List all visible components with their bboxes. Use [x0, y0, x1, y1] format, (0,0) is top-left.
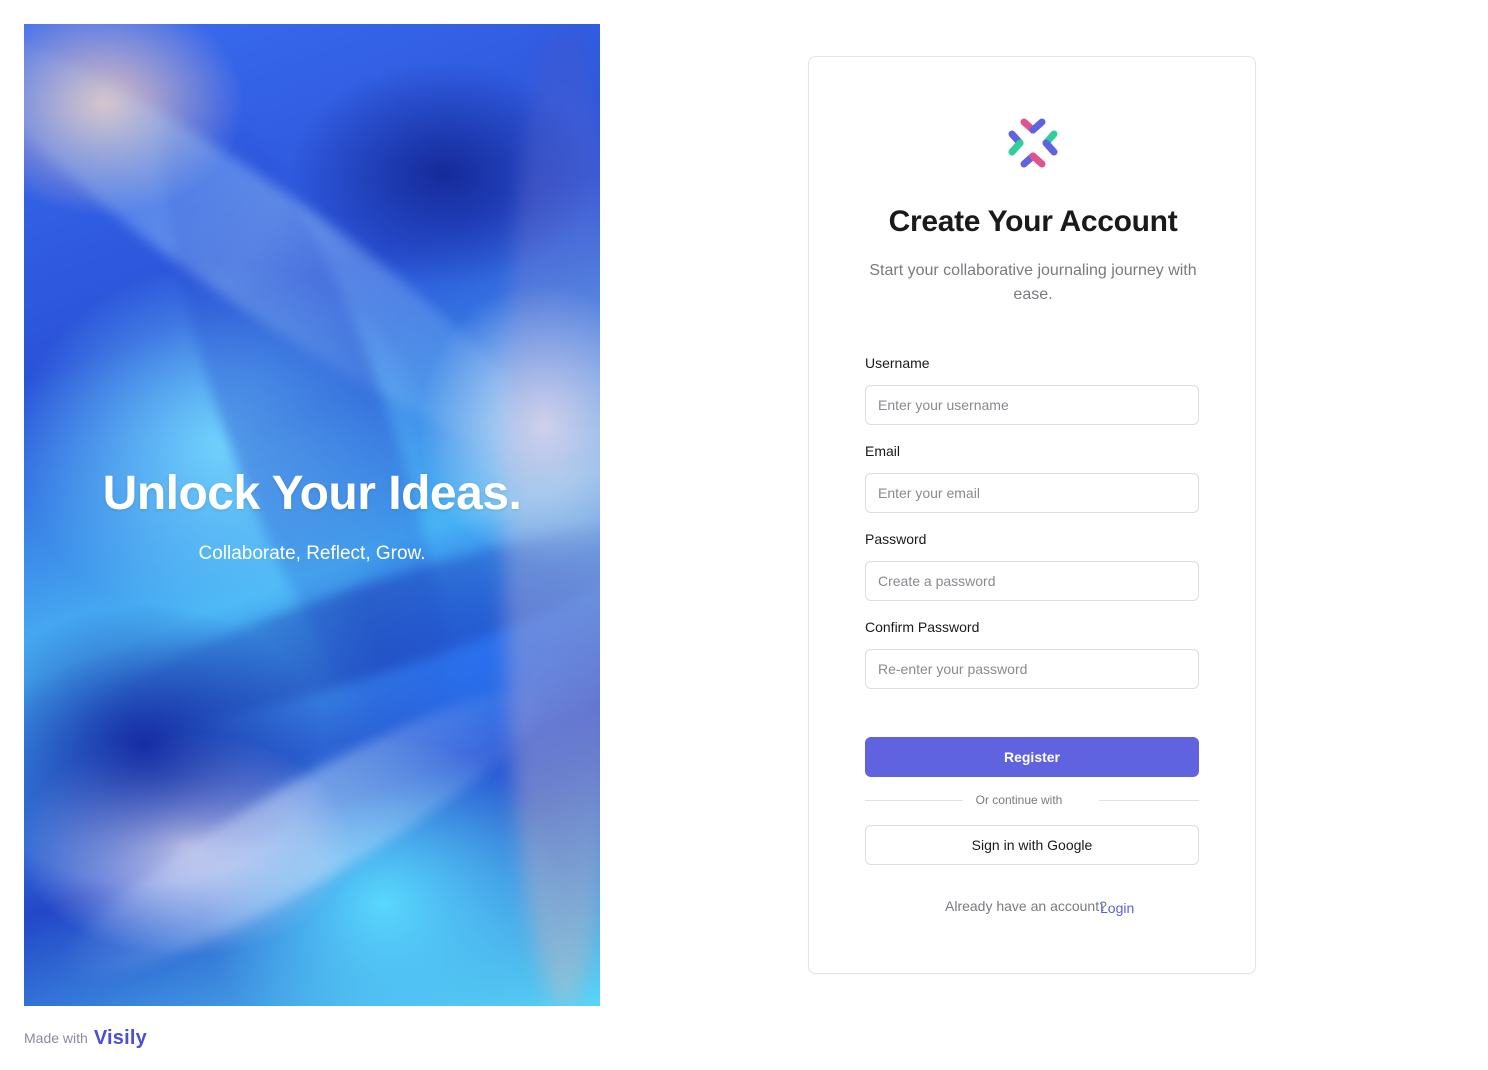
divider-line-right — [1099, 800, 1199, 801]
login-prompt: Already have an account? — [945, 898, 1107, 914]
username-input[interactable] — [865, 385, 1199, 425]
made-with-badge[interactable]: Made with Visily — [24, 1024, 147, 1052]
brand-logo: Visily — [93, 1026, 147, 1049]
username-label: Username — [865, 355, 930, 371]
hero-image-panel: Unlock Your Ideas. Collaborate, Reflect,… — [24, 24, 600, 1006]
register-card: Create Your Account Start your collabora… — [808, 56, 1256, 974]
hero-title: Unlock Your Ideas. — [102, 467, 522, 520]
password-input[interactable] — [865, 561, 1199, 601]
made-with-label: Made with — [24, 1030, 88, 1046]
email-input[interactable] — [865, 473, 1199, 513]
password-label: Password — [865, 531, 927, 547]
register-button[interactable]: Register — [865, 737, 1199, 777]
app-logo-icon — [1008, 118, 1058, 168]
page-title: Create Your Account — [888, 205, 1178, 238]
login-link[interactable]: Login — [1100, 900, 1134, 916]
page-subtitle: Start your collaborative journaling jour… — [869, 262, 1197, 303]
email-label: Email — [865, 443, 901, 459]
hero-subtitle: Collaborate, Reflect, Grow. — [198, 543, 426, 564]
confirm-password-label: Confirm Password — [865, 619, 980, 635]
google-signin-button[interactable]: Sign in with Google — [865, 825, 1199, 865]
confirm-password-input[interactable] — [865, 649, 1199, 689]
